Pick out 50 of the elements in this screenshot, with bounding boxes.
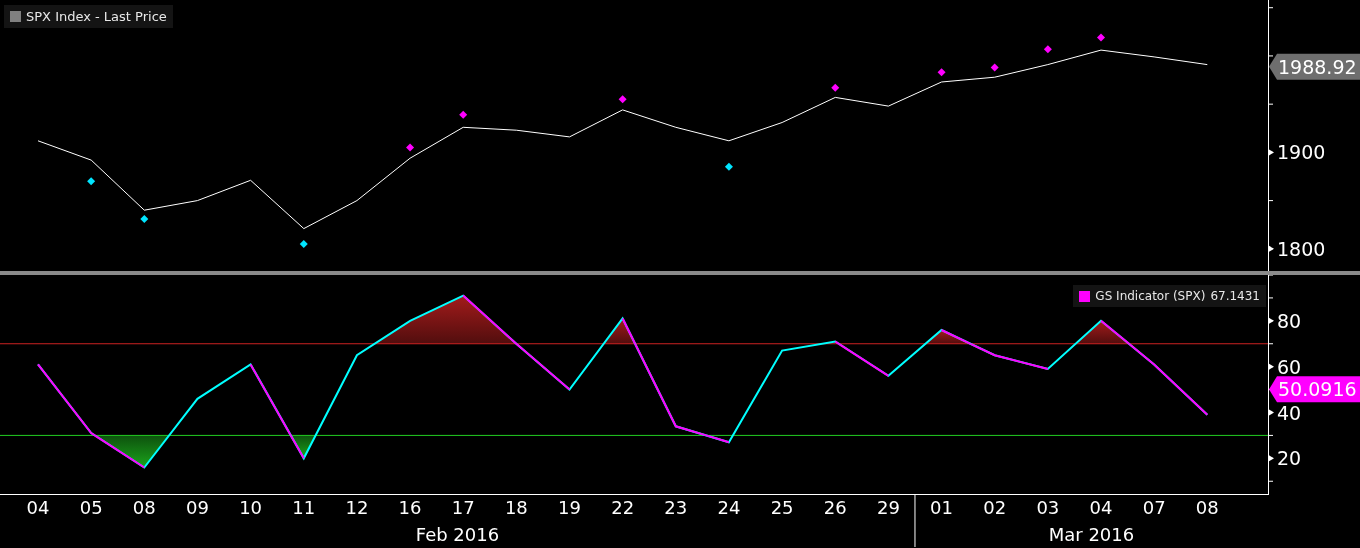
signal-marker [87, 177, 96, 186]
date-label: 05 [79, 497, 103, 518]
oversold-shading-drawing [290, 435, 316, 459]
axis-label: 1800 [1277, 237, 1326, 260]
date-label: 04 [1089, 497, 1113, 518]
date-label: 18 [504, 497, 528, 518]
axis-label: 40 [1277, 401, 1302, 424]
overbought-shading-drawing [603, 318, 636, 344]
axis-label: 60 [1277, 355, 1302, 378]
date-label: 17 [451, 497, 475, 518]
signal-marker [299, 240, 308, 248]
signal-marker [724, 162, 733, 171]
date-label: 10 [239, 497, 263, 518]
axis-label: 80 [1277, 309, 1302, 332]
date-label: 03 [1036, 497, 1060, 518]
date-label: 22 [611, 497, 635, 518]
legend-value: 67.1431 [1210, 289, 1260, 303]
date-label: 19 [558, 497, 581, 518]
legend-label: GS Indicator (SPX) [1095, 289, 1206, 303]
date-label: 08 [132, 497, 156, 518]
signal-marker [1043, 45, 1052, 54]
month-label: Feb 2016 [415, 524, 500, 545]
signal-marker [831, 83, 840, 92]
axis-label: 1900 [1277, 141, 1326, 164]
date-label: 16 [398, 497, 422, 518]
date-label: 02 [983, 497, 1007, 518]
signal-marker [1097, 33, 1105, 42]
last-value-tag: 50.0916 [1269, 376, 1360, 403]
signal-marker [140, 214, 149, 223]
date-label: 12 [345, 497, 369, 518]
date-label: 07 [1142, 497, 1166, 518]
date-label: 11 [292, 497, 316, 518]
date-label: 01 [930, 497, 953, 518]
signal-marker [990, 63, 999, 72]
signal-marker [459, 110, 468, 119]
date-label: 08 [1195, 497, 1219, 518]
date-label: 29 [876, 497, 900, 518]
signal-marker [937, 68, 946, 77]
signal-marker [618, 95, 627, 104]
last-value-tag: 1988.92 [1269, 53, 1360, 80]
axis-label: 20 [1277, 447, 1302, 470]
legend-label: SPX Index - Last Price [26, 9, 167, 24]
date-label: 09 [186, 497, 209, 518]
date-label: 26 [823, 497, 847, 518]
date-label: 23 [664, 497, 688, 518]
signal-marker [406, 143, 415, 152]
month-label: Mar 2016 [1048, 524, 1135, 545]
date-label: 25 [770, 497, 794, 518]
date-label: 04 [26, 497, 50, 518]
date-label: 24 [717, 497, 741, 518]
